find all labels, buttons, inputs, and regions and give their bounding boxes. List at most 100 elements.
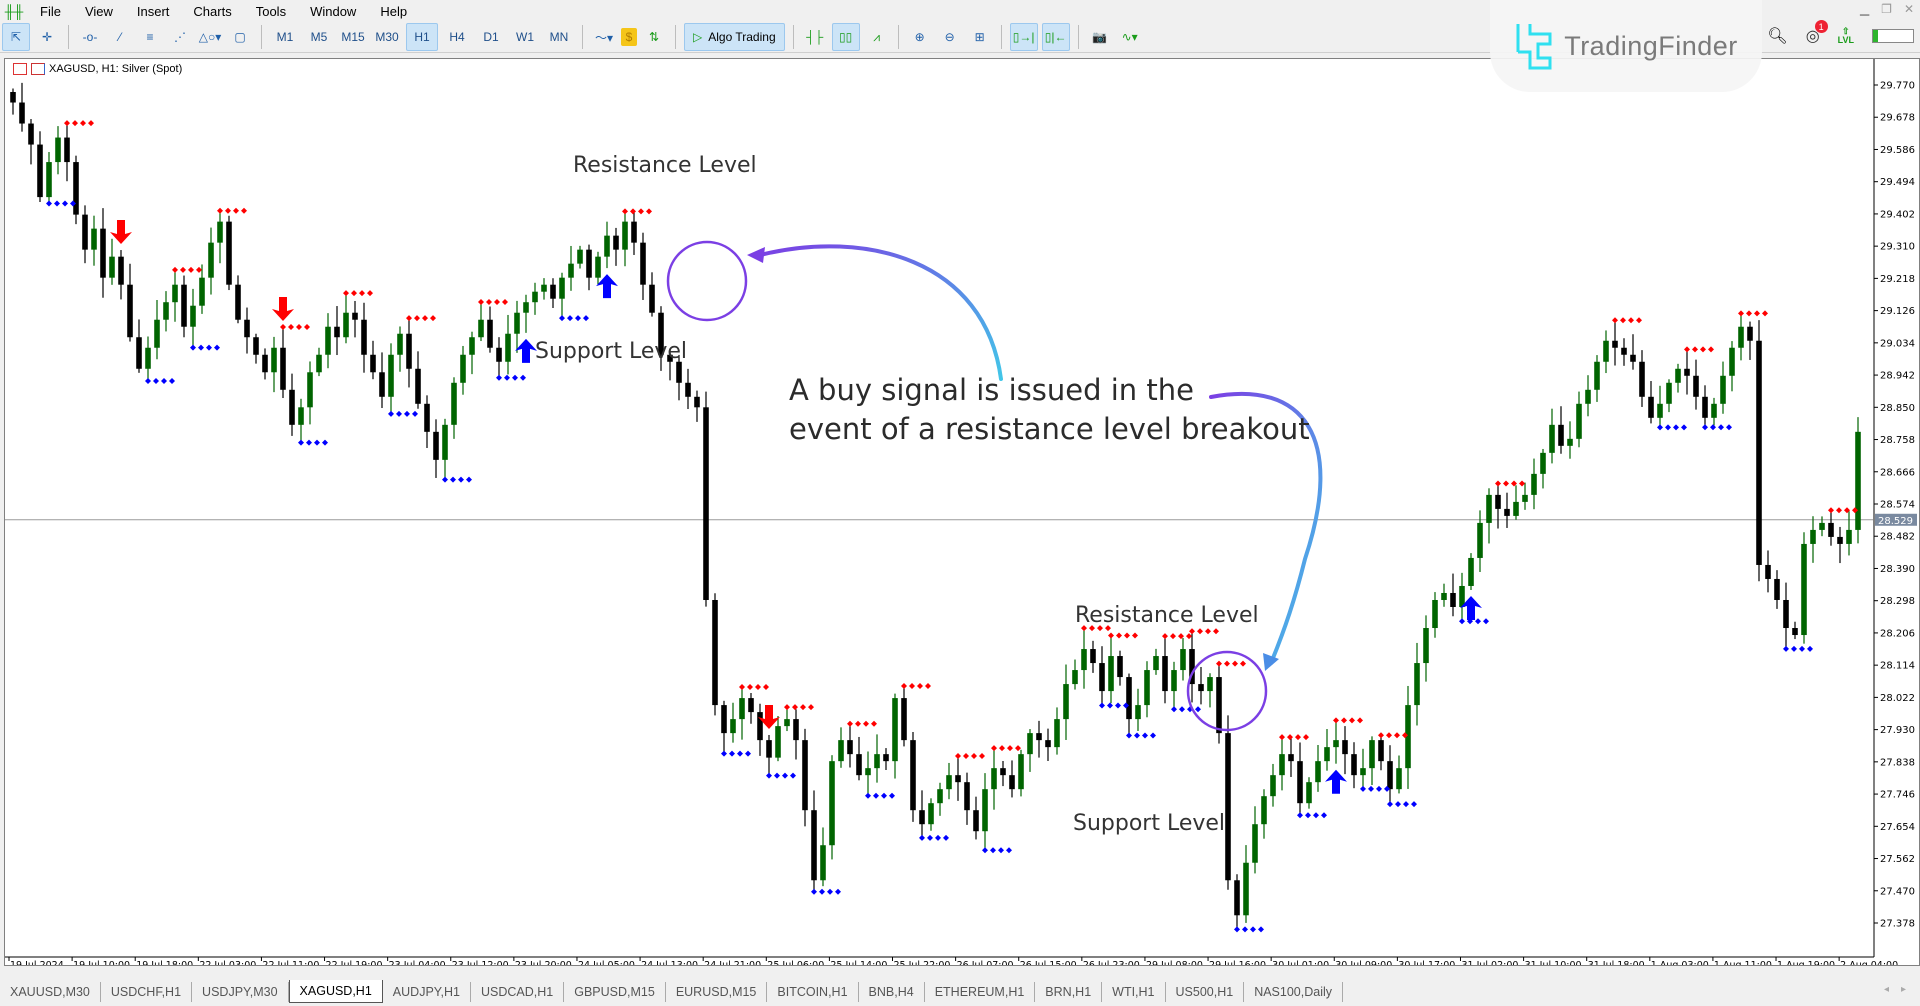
bar-chart-icon[interactable]: ┤├ xyxy=(802,24,828,50)
resistance-dot xyxy=(1224,660,1230,667)
templates-icon[interactable]: ∿▾ xyxy=(1117,24,1143,50)
symbol-tab-audjpy-h1[interactable]: AUDJPY,H1 xyxy=(383,982,471,1002)
timeframe-h1[interactable]: H1 xyxy=(406,23,438,51)
search-icon[interactable]: 🔍︎ xyxy=(1767,26,1787,46)
time-tick-label: 23 Jul 12:00 xyxy=(452,960,509,965)
price-chart[interactable]: 29.770 29.678 29.586 29.494 29.402 29.310 29.2… xyxy=(5,59,1919,965)
support-dot xyxy=(190,344,196,351)
notification-badge: 1 xyxy=(1814,20,1828,33)
candle-body xyxy=(1675,368,1681,383)
chart-window[interactable]: XAGUSD, H1: Silver (Spot) 29.770 29.678 29… xyxy=(4,58,1920,966)
symbol-tab-wti-h1[interactable]: WTI,H1 xyxy=(1102,982,1166,1002)
timeframe-m5[interactable]: M5 xyxy=(304,24,334,50)
time-tick-label: 24 Jul 05:00 xyxy=(578,960,635,965)
timeframe-w1[interactable]: W1 xyxy=(510,24,540,50)
symbol-tab-bitcoin-h1[interactable]: BITCOIN,H1 xyxy=(767,982,859,1002)
candle-body xyxy=(955,775,961,783)
candle-body xyxy=(541,284,547,292)
timeframe-m1[interactable]: M1 xyxy=(270,24,300,50)
signal-explanation-text: A buy signal is issued in the event of a… xyxy=(789,371,1310,449)
symbol-tab-brn-h1[interactable]: BRN,H1 xyxy=(1035,982,1103,1002)
resistance-dot xyxy=(88,120,94,127)
line-chart-icon[interactable]: ⩘ xyxy=(864,24,890,50)
cursor-tool-icon[interactable]: ⇱ xyxy=(2,23,30,51)
symbol-tab-usdchf-h1[interactable]: USDCHF,H1 xyxy=(101,982,193,1002)
resistance-dot xyxy=(1495,480,1501,487)
symbol-tab-usdcad-h1[interactable]: USDCAD,H1 xyxy=(471,982,565,1002)
algo-trading-button[interactable]: ▷ Algo Trading xyxy=(684,23,785,51)
timeframe-mn[interactable]: MN xyxy=(544,24,574,50)
candle-body xyxy=(775,726,781,758)
symbol-tab-ethereum-h1[interactable]: ETHEREUM,H1 xyxy=(925,982,1036,1002)
chart-menu-icon[interactable] xyxy=(13,63,27,75)
support-dot xyxy=(198,344,204,351)
level-icon[interactable]: ⇧ LVL xyxy=(1838,27,1854,45)
resistance-dot xyxy=(1240,660,1246,667)
timeframe-d1[interactable]: D1 xyxy=(476,24,506,50)
symbol-tab-eurusd-m15[interactable]: EURUSD,M15 xyxy=(666,982,768,1002)
timeframe-m30[interactable]: M30 xyxy=(372,24,402,50)
support-dot xyxy=(1107,702,1113,709)
symbol-tab-xauusd-m30[interactable]: XAUUSD,M30 xyxy=(0,982,101,1002)
candle-body xyxy=(1270,775,1276,797)
zoom-out-icon[interactable]: ⊖ xyxy=(937,24,963,50)
indicators-icon[interactable]: 〜▾ xyxy=(591,24,617,50)
screenshot-icon[interactable]: 📷 xyxy=(1087,24,1113,50)
menu-file[interactable]: File xyxy=(28,4,73,19)
symbol-tab-nas100-daily[interactable]: NAS100,Daily xyxy=(1244,982,1344,1002)
trendline-icon[interactable]: ⁄ xyxy=(107,24,133,50)
candle-body xyxy=(109,256,115,278)
market-icon[interactable]: $ xyxy=(621,28,637,46)
support-dot xyxy=(1807,645,1813,652)
tile-windows-icon[interactable]: ⊞ xyxy=(967,24,993,50)
time-tick-label: 31 Jul 18:00 xyxy=(1588,960,1645,965)
candle-body xyxy=(280,347,286,390)
candle-body xyxy=(55,137,61,163)
close-icon[interactable]: ✕ xyxy=(1904,2,1914,16)
price-tick-label: 29.402 xyxy=(1880,209,1915,220)
menu-insert[interactable]: Insert xyxy=(125,4,182,19)
chart-shift-icon[interactable]: ▯|← xyxy=(1041,23,1070,51)
fibonacci-icon[interactable]: ⋰ xyxy=(167,24,193,50)
symbol-tab-bnb-h4[interactable]: BNB,H4 xyxy=(859,982,925,1002)
resistance-dot xyxy=(1636,317,1642,324)
resistance-dot xyxy=(1205,628,1211,635)
candle-body xyxy=(874,754,880,769)
menu-window[interactable]: Window xyxy=(298,4,368,19)
tab-scroll-right-icon[interactable]: ▸ xyxy=(1901,984,1906,995)
candlestick-chart-icon[interactable]: ▯▯ xyxy=(831,23,860,51)
shapes-icon[interactable]: △○▾ xyxy=(197,24,223,50)
candle-body xyxy=(370,354,376,373)
restore-icon[interactable]: ❐ xyxy=(1881,2,1892,16)
timeframe-h4[interactable]: H4 xyxy=(442,24,472,50)
timeframe-m15[interactable]: M15 xyxy=(338,24,368,50)
rectangle-icon[interactable]: ▢ xyxy=(227,24,253,50)
horizontal-line-icon[interactable]: -o- xyxy=(77,24,103,50)
resistance-dot xyxy=(359,290,365,297)
channel-icon[interactable]: ≡ xyxy=(137,24,163,50)
candle-body xyxy=(406,333,412,369)
candle-body xyxy=(892,698,898,762)
candle-body xyxy=(253,337,259,355)
tab-scroll-left-icon[interactable]: ◂ xyxy=(1884,984,1889,995)
crosshair-icon[interactable]: ✛ xyxy=(34,24,60,50)
support-dot xyxy=(1179,706,1185,713)
symbol-tab-gbpusd-m15[interactable]: GBPUSD,M15 xyxy=(564,982,666,1002)
time-tick-label: 24 Jul 13:00 xyxy=(641,960,698,965)
new-order-icon[interactable]: ⇅ xyxy=(641,24,667,50)
chart-type-icon[interactable] xyxy=(31,63,45,75)
candle-body xyxy=(712,599,718,706)
menu-charts[interactable]: Charts xyxy=(181,4,243,19)
candle-body xyxy=(1054,719,1060,748)
zoom-in-icon[interactable]: ⊕ xyxy=(907,24,933,50)
support-dot xyxy=(559,315,565,322)
minimize-icon[interactable]: ▁ xyxy=(1860,2,1869,16)
account-icon[interactable]: ◎ 1 xyxy=(1806,20,1828,46)
menu-view[interactable]: View xyxy=(73,4,125,19)
autoscroll-icon[interactable]: ▯→| xyxy=(1009,23,1038,51)
symbol-tab-usdjpy-m30[interactable]: USDJPY,M30 xyxy=(192,982,289,1002)
menu-help[interactable]: Help xyxy=(368,4,419,19)
menu-tools[interactable]: Tools xyxy=(244,4,298,19)
symbol-tab-us500-h1[interactable]: US500,H1 xyxy=(1166,982,1245,1002)
symbol-tab-xagusd-h1[interactable]: XAGUSD,H1 xyxy=(288,980,383,1003)
